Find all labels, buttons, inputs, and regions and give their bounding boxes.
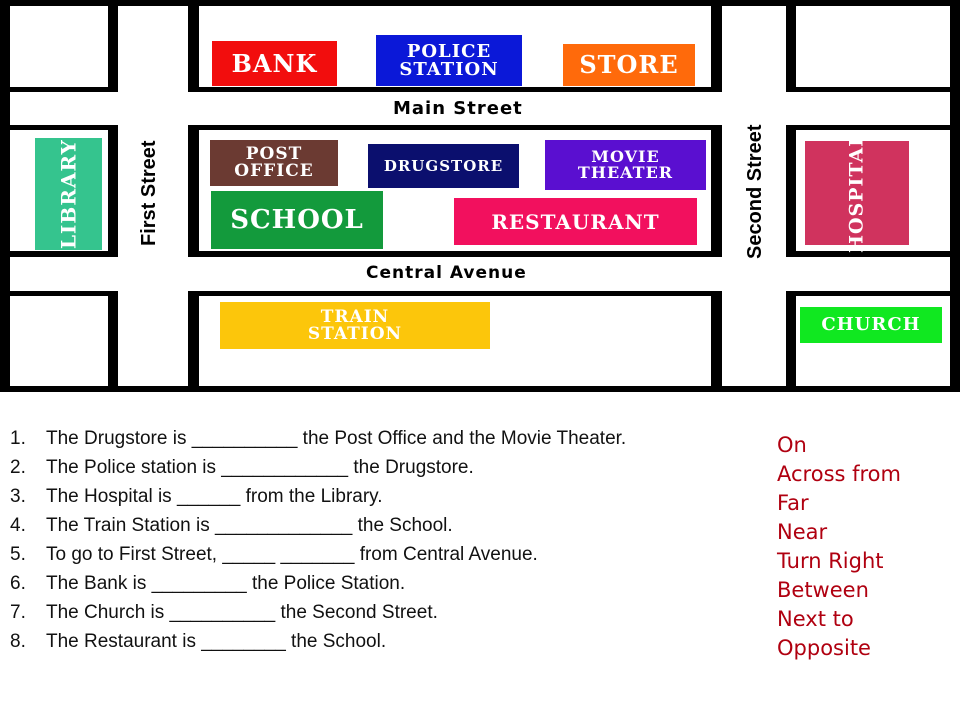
word-bank-item: Turn Right bbox=[777, 549, 884, 573]
police-station-line1: POLICE bbox=[406, 40, 492, 62]
movie-theater-sign: MOVIE THEATER bbox=[545, 140, 706, 190]
train-station-line1: TRAIN bbox=[320, 306, 390, 327]
question-number: 7. bbox=[10, 601, 26, 623]
question-number: 2. bbox=[10, 456, 26, 478]
question-text: The Bank is _________ the Police Station… bbox=[46, 572, 406, 594]
word-bank-item: Between bbox=[777, 578, 869, 602]
main-street-label: Main Street bbox=[393, 98, 523, 119]
question-text: The Police station is ____________ the D… bbox=[46, 456, 474, 478]
post-office-line2: OFFICE bbox=[234, 161, 314, 181]
church-sign: CHURCH bbox=[800, 307, 942, 343]
word-bank-item: Across from bbox=[777, 462, 901, 486]
question-text: To go to First Street, _____ _______ fro… bbox=[46, 543, 538, 565]
hospital-sign: HOSPITAL bbox=[805, 133, 909, 253]
question-item: 1. The Drugstore is __________ the Post O… bbox=[10, 424, 750, 453]
word-bank-item: On bbox=[777, 433, 807, 457]
question-list: 1. The Drugstore is __________ the Post O… bbox=[10, 424, 750, 656]
store-sign: STORE bbox=[563, 44, 695, 86]
question-number: 5. bbox=[10, 543, 26, 565]
question-text: The Church is __________ the Second Stre… bbox=[46, 601, 438, 623]
question-item: 7. The Church is __________ the Second St… bbox=[10, 598, 750, 627]
town-map: Main Street Central Avenue First Street … bbox=[0, 0, 960, 392]
train-station-line2: STATION bbox=[307, 323, 403, 344]
word-bank: On Across from Far Near Turn Right Betwe… bbox=[777, 431, 901, 663]
police-station-sign: POLICE STATION bbox=[376, 35, 522, 86]
word-bank-item: Far bbox=[777, 491, 809, 515]
question-item: 2. The Police station is ____________ the… bbox=[10, 453, 750, 482]
bank-sign: BANK bbox=[212, 41, 337, 86]
question-number: 1. bbox=[10, 427, 26, 449]
block-bottom-left bbox=[10, 296, 108, 386]
question-item: 6. The Bank is _________ the Police Stati… bbox=[10, 569, 750, 598]
block-top-right bbox=[796, 6, 950, 87]
question-item: 5. To go to First Street, _____ _______ f… bbox=[10, 540, 750, 569]
restaurant-sign: RESTAURANT bbox=[454, 198, 697, 245]
question-number: 3. bbox=[10, 485, 26, 507]
word-bank-item: Next to bbox=[777, 607, 854, 631]
question-number: 8. bbox=[10, 630, 26, 652]
drugstore-sign: DRUGSTORE bbox=[368, 144, 519, 188]
second-street-label: Second Street bbox=[744, 124, 766, 259]
question-text: The Train Station is _____________ the S… bbox=[46, 514, 453, 536]
question-number: 4. bbox=[10, 514, 26, 536]
police-station-line2: STATION bbox=[399, 58, 499, 80]
word-bank-item: Opposite bbox=[777, 636, 871, 660]
first-street-label: First Street bbox=[138, 140, 160, 246]
question-number: 6. bbox=[10, 572, 26, 594]
train-station-sign: TRAIN STATION bbox=[220, 302, 490, 349]
question-item: 8. The Restaurant is ________ the School. bbox=[10, 627, 750, 656]
word-bank-item: Near bbox=[777, 520, 828, 544]
question-text: The Drugstore is __________ the Post Off… bbox=[46, 427, 627, 449]
central-avenue-label: Central Avenue bbox=[366, 263, 527, 283]
movie-theater-line2: THEATER bbox=[577, 163, 674, 182]
post-office-sign: POST OFFICE bbox=[210, 140, 338, 186]
library-sign: LIBRARY bbox=[35, 138, 102, 250]
question-text: The Hospital is ______ from the Library. bbox=[46, 485, 383, 507]
school-sign: SCHOOL bbox=[211, 191, 383, 249]
question-text: The Restaurant is ________ the School. bbox=[46, 630, 387, 652]
question-item: 3. The Hospital is ______ from the Librar… bbox=[10, 482, 750, 511]
question-item: 4. The Train Station is _____________ the… bbox=[10, 511, 750, 540]
block-top-left bbox=[10, 6, 108, 87]
